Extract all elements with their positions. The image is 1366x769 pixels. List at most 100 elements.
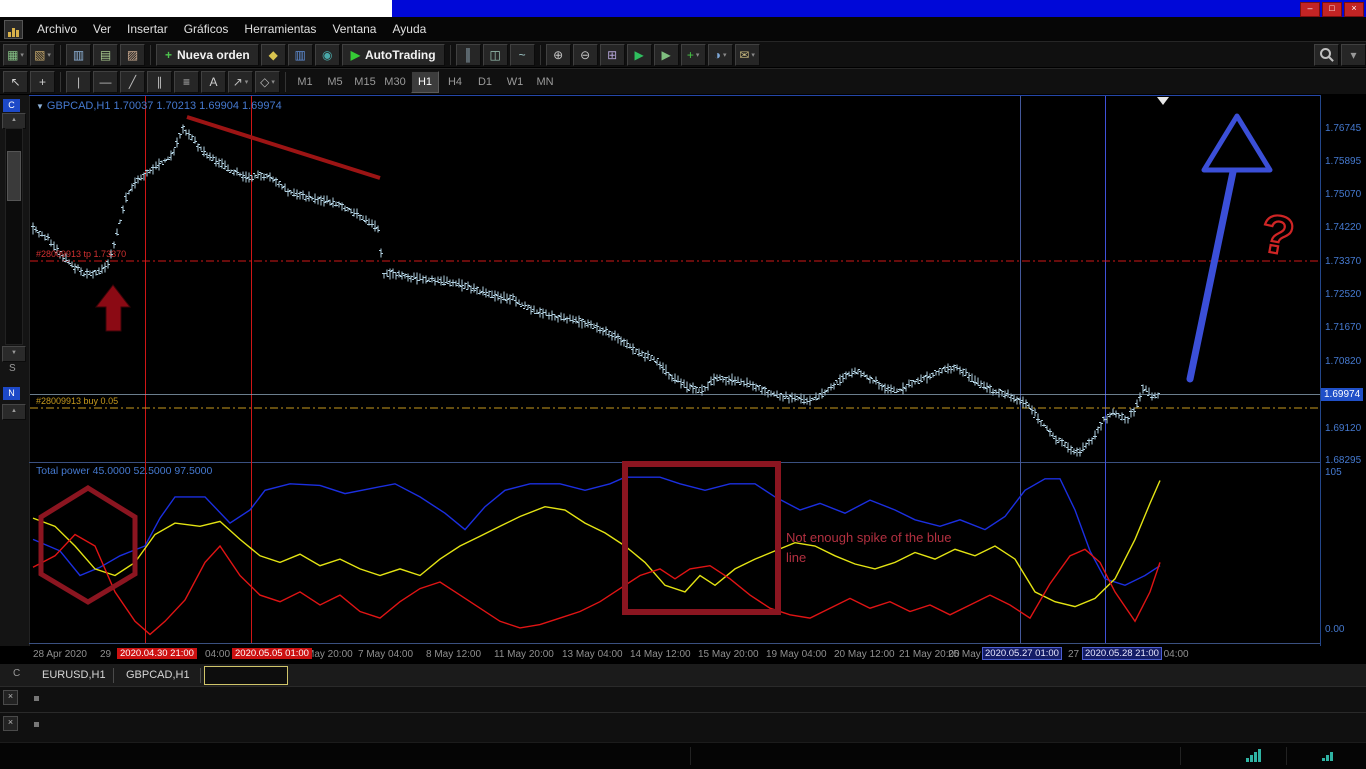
metaeditor-button[interactable]: ◆ xyxy=(260,43,286,66)
time-label: 29 xyxy=(100,649,112,660)
menu-item-ver[interactable]: Ver xyxy=(85,19,119,39)
autotrading-button[interactable]: ▶ AutoTrading xyxy=(341,43,445,66)
tab-gbpcad-h1[interactable]: GBPCAD,H1 xyxy=(118,667,198,683)
tab-eurusd-h1[interactable]: EURUSD,H1 xyxy=(34,667,114,683)
community-button[interactable]: ◉ xyxy=(314,43,340,66)
bar-chart-mode-button[interactable]: ║ xyxy=(455,43,481,66)
autotrading-button-label: AutoTrading xyxy=(364,47,436,62)
menu-items: Archivo Ver Insertar Gráficos Herramientas Ve… xyxy=(29,19,434,39)
tester-visual-button[interactable]: ▶ xyxy=(653,43,679,66)
community-button-icon: ◉ xyxy=(321,47,333,62)
vertical-line-tool[interactable]: | xyxy=(66,70,91,93)
menu-item-insertar[interactable]: Insertar xyxy=(119,19,176,39)
period-button-icon: ◑ xyxy=(713,47,721,62)
menu-item-archivo[interactable]: Archivo xyxy=(29,19,85,39)
market-watch-button[interactable]: ▥ xyxy=(66,43,91,66)
dock-badge-chart[interactable]: C xyxy=(3,99,20,112)
add-indicator-button-icon: + xyxy=(686,47,694,62)
time-marker-red: 2020.04.30 21:00 xyxy=(117,648,197,659)
dock-scrollbar-thumb[interactable] xyxy=(7,151,21,201)
period-button[interactable]: ◑ ▾ xyxy=(707,43,733,66)
timeframe-m30[interactable]: M30 xyxy=(381,71,409,93)
tab-divider xyxy=(200,668,201,683)
strategy-tester-button[interactable]: ▥ xyxy=(287,43,313,66)
close-button[interactable]: × xyxy=(1344,2,1364,17)
tester-start-button[interactable]: ▶ xyxy=(626,43,652,66)
hexagon-annotation[interactable] xyxy=(38,485,138,605)
timeframe-m1[interactable]: M1 xyxy=(291,71,319,93)
timeframe-h4[interactable]: H4 xyxy=(441,71,469,93)
dock-scroll-up2-icon[interactable]: ▲ xyxy=(2,404,26,420)
shift-marker-icon[interactable] xyxy=(1157,97,1169,105)
indicator-line-red xyxy=(32,533,1161,636)
tester-visual-button-icon: ▶ xyxy=(661,47,671,62)
zoom-in-button[interactable]: ⊕ xyxy=(545,43,571,66)
collapsed-panel-1: × xyxy=(0,686,1366,713)
signal-bars-icon xyxy=(1246,749,1261,762)
candle-chart-mode-button[interactable]: ◫ xyxy=(482,43,508,66)
price-label: 1.73370 xyxy=(1325,255,1362,267)
time-label: 19 May 04:00 xyxy=(766,649,827,660)
rectangle-annotation[interactable] xyxy=(622,461,781,615)
time-marker-blue: 2020.05.27 01:00 xyxy=(982,647,1062,660)
timeframe-m5[interactable]: M5 xyxy=(321,71,349,93)
menu-item-grficos[interactable]: Gráficos xyxy=(176,19,237,39)
dock-scroll-up-icon[interactable]: ▲ xyxy=(2,113,26,129)
time-label: 28 Apr 2020 xyxy=(33,649,87,660)
big-arrow-head[interactable] xyxy=(1201,113,1273,173)
new-order-button[interactable]: + Nueva orden xyxy=(156,43,259,66)
menu-item-ayuda[interactable]: Ayuda xyxy=(384,19,434,39)
chart-canvas[interactable]: ? xyxy=(29,95,1321,646)
signal-bars-small-icon xyxy=(1322,752,1333,761)
navigator-button[interactable]: ▤ xyxy=(93,43,118,66)
close-icon[interactable]: × xyxy=(3,690,18,705)
tile-windows-button[interactable]: ⊞ xyxy=(599,43,625,66)
price-label: 1.75895 xyxy=(1325,155,1362,167)
trendline-tool[interactable]: ╱ xyxy=(120,70,145,93)
arrows-tool[interactable]: ↗ ▾ xyxy=(228,70,253,93)
channel-tool[interactable]: ∥ xyxy=(147,70,172,93)
new-chart-button[interactable]: ▦ ▾ xyxy=(3,43,28,66)
price-label: 1.74220 xyxy=(1325,221,1362,233)
trendline-annotation[interactable] xyxy=(186,115,381,180)
big-arrow-shaft[interactable] xyxy=(1186,168,1237,383)
shapes-tool[interactable]: ◇ ▾ xyxy=(255,70,280,93)
menu-bar: Archivo Ver Insertar Gráficos Herramientas Ve… xyxy=(0,17,1366,42)
time-marker-red: 2020.05.05 01:00 xyxy=(232,648,312,659)
close-icon[interactable]: × xyxy=(3,716,18,731)
horizontal-line-tool[interactable]: — xyxy=(93,70,118,93)
dock-scrollbar[interactable] xyxy=(5,128,23,345)
time-axis: 28 Apr 2020 29 04:00 May 20:00 7 May 04:00 8 … xyxy=(0,646,1366,663)
time-marker-blue: 2020.05.28 21:00 xyxy=(1082,647,1162,660)
new-order-button-label: Nueva orden xyxy=(177,47,250,62)
toolbar-more-button[interactable]: ▾ xyxy=(1341,43,1366,66)
search-button[interactable] xyxy=(1314,43,1339,66)
up-arrow-annotation[interactable] xyxy=(94,284,132,332)
crosshair-tool[interactable]: + xyxy=(30,70,55,93)
cursor-tool[interactable]: ↖ xyxy=(3,70,28,93)
maximize-button[interactable]: □ xyxy=(1322,2,1342,17)
new-chart-button-icon: ▦ xyxy=(7,47,19,62)
timeframe-d1[interactable]: D1 xyxy=(471,71,499,93)
fibonacci-tool[interactable]: ≡ xyxy=(174,70,199,93)
alerts-button[interactable]: ✉ ▾ xyxy=(734,43,760,66)
text-tool[interactable]: A xyxy=(201,70,226,93)
timeframe-m15[interactable]: M15 xyxy=(351,71,379,93)
minimize-button[interactable]: – xyxy=(1300,2,1320,17)
dock-scroll-down-icon[interactable]: ▼ xyxy=(2,346,26,362)
dock-badge-navigator[interactable]: N xyxy=(3,387,20,400)
menu-item-ventana[interactable]: Ventana xyxy=(324,19,384,39)
timeframe-w1[interactable]: W1 xyxy=(501,71,529,93)
indicator-scale-max: 105 xyxy=(1325,467,1342,478)
profiles-button[interactable]: ▧ ▾ xyxy=(30,43,55,66)
line-chart-mode-button[interactable]: ~ xyxy=(509,43,535,66)
window-controls: – □ × xyxy=(1300,2,1364,17)
menu-item-herramientas[interactable]: Herramientas xyxy=(236,19,324,39)
tab-rename-input[interactable] xyxy=(204,666,288,685)
timeframe-h1[interactable]: H1 xyxy=(411,70,439,93)
timeframe-mn[interactable]: MN xyxy=(531,71,559,93)
zoom-out-button[interactable]: ⊖ xyxy=(572,43,598,66)
taskbar-divider xyxy=(1180,747,1181,765)
terminal-button[interactable]: ▨ xyxy=(120,43,145,66)
add-indicator-button[interactable]: + ▾ xyxy=(680,43,706,66)
